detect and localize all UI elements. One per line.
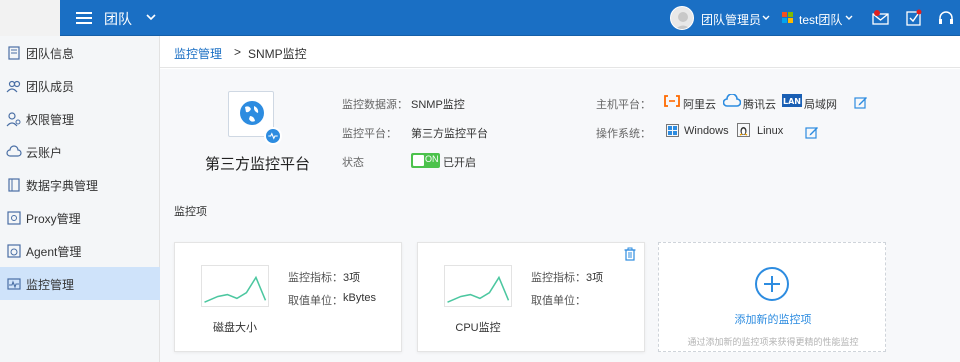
datasource-value: SNMP监控 xyxy=(411,99,465,111)
plus-icon xyxy=(755,267,789,301)
status-toggle[interactable]: ON xyxy=(411,153,440,168)
sidebar-item-team-members[interactable]: 团队成员 xyxy=(0,69,160,102)
sidebar-item-cloud-account[interactable]: 云账户 xyxy=(0,135,160,168)
app-title: 团队 xyxy=(104,11,132,27)
trash-icon[interactable] xyxy=(624,247,636,261)
svg-text:LAN: LAN xyxy=(783,97,801,106)
metric-value: 3项 xyxy=(343,272,361,284)
agent-icon xyxy=(7,244,21,258)
headset-icon[interactable] xyxy=(936,8,956,28)
sidebar-item-agent[interactable]: Agent管理 xyxy=(0,234,160,267)
team-logo-icon xyxy=(782,12,794,24)
sidebar-item-label: Agent管理 xyxy=(26,245,82,259)
breadcrumb-current: SNMP监控 xyxy=(248,47,307,61)
sidebar-item-data-dictionary[interactable]: 数据字典管理 xyxy=(0,168,160,201)
team-info-icon xyxy=(8,46,20,60)
add-monitor-item-button[interactable]: 添加新的监控项 通过添加新的监控项来获得更精的性能监控 xyxy=(658,242,886,352)
monitor-icon xyxy=(7,278,21,290)
edit-icon[interactable] xyxy=(854,95,868,109)
task-icon[interactable] xyxy=(904,8,924,28)
breadcrumb-parent-link[interactable]: 监控管理 xyxy=(174,45,222,62)
os-label: 操作系统： xyxy=(596,128,651,140)
sidebar-item-label: 监控管理 xyxy=(26,278,75,292)
message-icon[interactable] xyxy=(871,8,891,28)
metric-label: 监控指标： xyxy=(531,272,586,284)
platform-value: 第三方监控平台 xyxy=(411,128,488,140)
sidebar-item-proxy[interactable]: Proxy管理 xyxy=(0,201,160,234)
breadcrumb: 监控管理 > SNMP监控 xyxy=(160,36,960,68)
metric-value: 3项 xyxy=(586,272,604,284)
sidebar-item-label: 团队成员 xyxy=(26,80,75,94)
breadcrumb-separator: > xyxy=(234,45,242,59)
sidebar-item-monitoring[interactable]: 监控管理 xyxy=(0,267,160,300)
top-bar-left-block xyxy=(0,0,60,36)
chevron-down-icon[interactable] xyxy=(143,8,159,26)
aliyun-icon xyxy=(664,95,680,107)
monitor-items-title: 监控项 xyxy=(174,206,207,218)
data-dictionary-icon xyxy=(8,178,20,192)
cloud-account-icon xyxy=(6,145,22,157)
monitor-item-name: CPU监控 xyxy=(455,322,501,334)
add-monitor-item-hint: 通过添加新的监控项来获得更精的性能监控 xyxy=(687,337,859,347)
host-platform-tencent: 腾讯云 xyxy=(743,99,776,111)
status-label: 状态 xyxy=(342,157,364,169)
unit-label: 取值单位： xyxy=(531,295,586,307)
monitor-item-card[interactable]: CPU监控 监控指标： 3项 取值单位： xyxy=(417,242,645,352)
edit-icon[interactable] xyxy=(805,125,819,139)
add-monitor-item-label: 添加新的监控项 xyxy=(734,314,812,326)
sidebar-item-label: Proxy管理 xyxy=(26,212,81,226)
proxy-icon xyxy=(7,211,21,225)
host-platform-lan: 局域网 xyxy=(804,99,837,111)
sidebar-item-team-info[interactable]: 团队信息 xyxy=(0,36,160,69)
top-bar: 团队 团队管理员 test团队 xyxy=(0,0,960,36)
sidebar: 团队信息 团队成员 权限管理 云账户 数据字典管理 Proxy管理 Agent管… xyxy=(0,36,160,362)
sidebar-item-permissions[interactable]: 权限管理 xyxy=(0,102,160,135)
host-platform-aliyun: 阿里云 xyxy=(683,99,716,111)
status-value: 已开启 xyxy=(443,157,476,169)
tencent-cloud-icon xyxy=(723,94,741,107)
chevron-down-icon[interactable] xyxy=(843,10,855,26)
pulse-badge-icon xyxy=(264,127,282,145)
menu-icon[interactable] xyxy=(76,9,92,27)
user-name[interactable]: 团队管理员 xyxy=(701,11,761,28)
avatar[interactable] xyxy=(670,6,694,30)
os-linux: Linux xyxy=(757,125,784,137)
chevron-down-icon[interactable] xyxy=(760,10,772,26)
team-members-icon xyxy=(6,80,21,93)
sidebar-item-label: 数据字典管理 xyxy=(26,179,99,193)
sidebar-item-label: 云账户 xyxy=(26,146,63,160)
sparkline-chart xyxy=(444,265,512,307)
host-platform-label: 主机平台： xyxy=(596,99,651,111)
sidebar-item-label: 权限管理 xyxy=(26,113,75,127)
toggle-text: ON xyxy=(425,154,439,164)
monitor-item-name: 磁盘大小 xyxy=(213,322,257,334)
unit-value: kBytes xyxy=(343,292,377,304)
datasource-label: 监控数据源： xyxy=(342,99,408,111)
source-name: 第三方监控平台 xyxy=(205,156,311,173)
unit-label: 取值单位： xyxy=(288,295,343,307)
sidebar-item-label: 团队信息 xyxy=(26,47,75,61)
lan-icon: LAN xyxy=(782,94,802,107)
monitor-item-card[interactable]: 磁盘大小 监控指标： 3项 取值单位： kBytes xyxy=(174,242,402,352)
platform-label: 监控平台： xyxy=(342,128,397,140)
linux-icon xyxy=(737,123,750,137)
sparkline-chart xyxy=(201,265,269,307)
permission-icon xyxy=(6,112,21,127)
os-windows: Windows xyxy=(684,125,729,137)
windows-icon xyxy=(666,124,679,137)
metric-label: 监控指标： xyxy=(288,272,343,284)
source-info-card: 第三方监控平台 监控数据源： SNMP监控 监控平台： 第三方监控平台 状态 O… xyxy=(160,69,960,229)
team-selector[interactable]: test团队 xyxy=(799,11,842,28)
main-content: 第三方监控平台 监控数据源： SNMP监控 监控平台： 第三方监控平台 状态 O… xyxy=(160,69,960,362)
